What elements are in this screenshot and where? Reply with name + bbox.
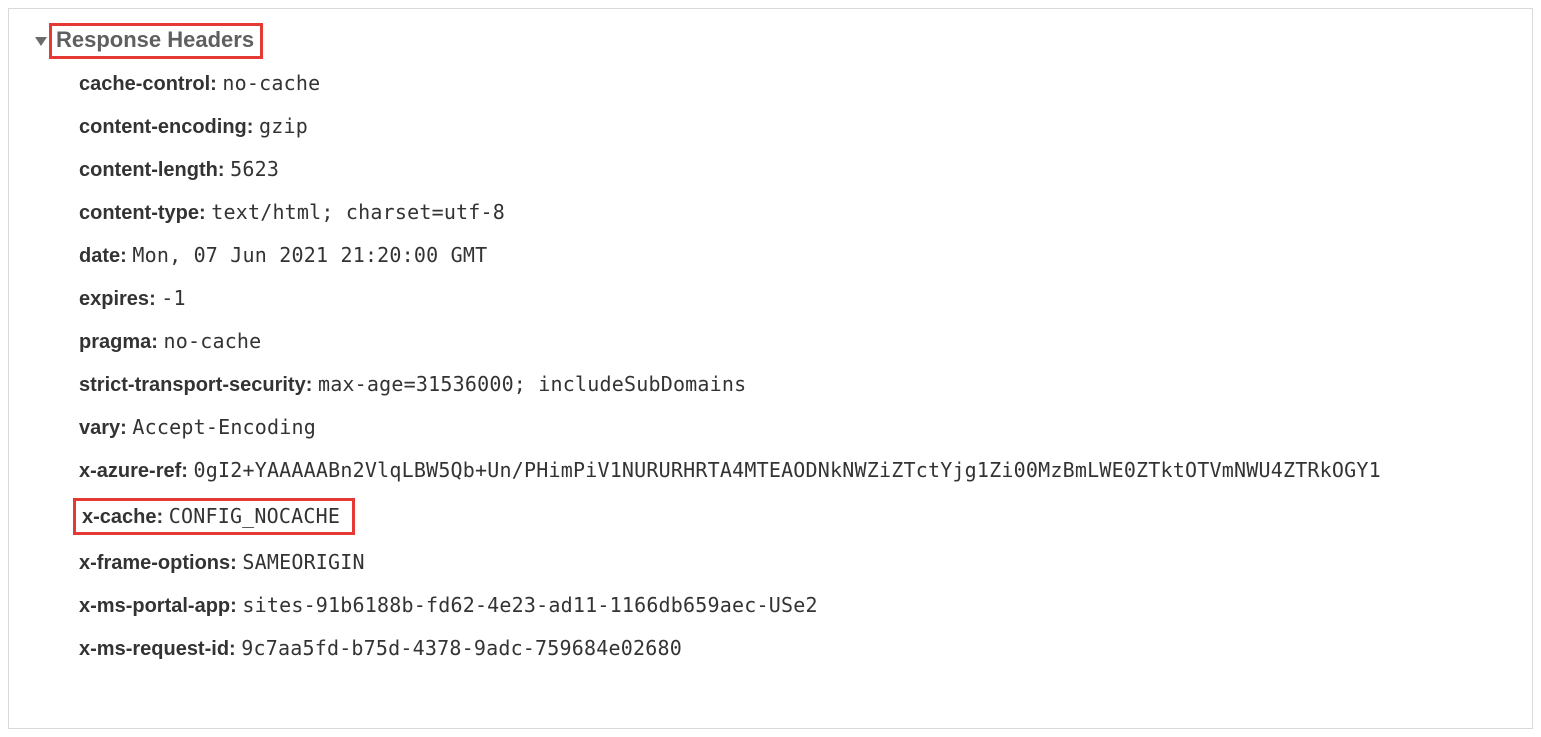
header-row-highlighted: x-cache: CONFIG_NOCACHE: [79, 503, 1512, 530]
header-value: Accept-Encoding: [132, 415, 316, 439]
header-value: 9c7aa5fd-b75d-4378-9adc-759684e02680: [241, 636, 682, 660]
header-row: x-ms-portal-app: sites-91b6188b-fd62-4e2…: [79, 595, 1512, 616]
header-value: -1: [161, 286, 185, 310]
header-row: content-length: 5623: [79, 159, 1512, 180]
header-row: x-frame-options: SAMEORIGIN: [79, 552, 1512, 573]
header-row: content-type: text/html; charset=utf-8: [79, 202, 1512, 223]
response-headers-panel: Response Headers cache-control: no-cache…: [8, 8, 1533, 729]
header-row: x-ms-request-id: 9c7aa5fd-b75d-4378-9adc…: [79, 638, 1512, 659]
header-row: cache-control: no-cache: [79, 73, 1512, 94]
header-value: 0gI2+YAAAAABn2VlqLBW5Qb+Un/PHimPiV1NURUR…: [194, 458, 1381, 482]
header-value: SAMEORIGIN: [242, 550, 364, 574]
header-row: date: Mon, 07 Jun 2021 21:20:00 GMT: [79, 245, 1512, 266]
header-name: x-azure-ref:: [79, 460, 188, 482]
header-name: x-ms-portal-app:: [79, 595, 237, 617]
header-name: x-cache:: [82, 506, 163, 528]
disclosure-triangle-down-icon[interactable]: [35, 37, 47, 46]
section-title-highlight: Response Headers: [49, 23, 263, 59]
header-name: vary:: [79, 417, 127, 439]
header-name: x-ms-request-id:: [79, 638, 236, 660]
section-title: Response Headers: [56, 27, 254, 52]
header-value: gzip: [259, 114, 308, 138]
header-name: cache-control:: [79, 73, 217, 95]
header-row: content-encoding: gzip: [79, 116, 1512, 137]
header-row: x-azure-ref: 0gI2+YAAAAABn2VlqLBW5Qb+Un/…: [79, 460, 1512, 481]
header-row: strict-transport-security: max-age=31536…: [79, 374, 1512, 395]
header-name: expires:: [79, 288, 156, 310]
header-value: Mon, 07 Jun 2021 21:20:00 GMT: [132, 243, 487, 267]
header-value: no-cache: [222, 71, 320, 95]
header-value: no-cache: [163, 329, 261, 353]
header-name: x-frame-options:: [79, 552, 237, 574]
header-name: content-length:: [79, 159, 225, 181]
header-value: sites-91b6188b-fd62-4e23-ad11-1166db659a…: [242, 593, 817, 617]
header-row: pragma: no-cache: [79, 331, 1512, 352]
header-value: max-age=31536000; includeSubDomains: [318, 372, 746, 396]
headers-list: cache-control: no-cache content-encoding…: [79, 73, 1512, 659]
header-name: content-type:: [79, 202, 206, 224]
header-value: text/html; charset=utf-8: [211, 200, 505, 224]
header-name: date:: [79, 245, 127, 267]
header-name: strict-transport-security:: [79, 374, 312, 396]
x-cache-highlight: x-cache: CONFIG_NOCACHE: [73, 498, 355, 535]
section-header-row[interactable]: Response Headers: [35, 23, 1512, 59]
header-name: content-encoding:: [79, 116, 253, 138]
header-row: vary: Accept-Encoding: [79, 417, 1512, 438]
header-value: CONFIG_NOCACHE: [169, 504, 340, 528]
header-row: expires: -1: [79, 288, 1512, 309]
header-value: 5623: [230, 157, 279, 181]
header-name: pragma:: [79, 331, 158, 353]
